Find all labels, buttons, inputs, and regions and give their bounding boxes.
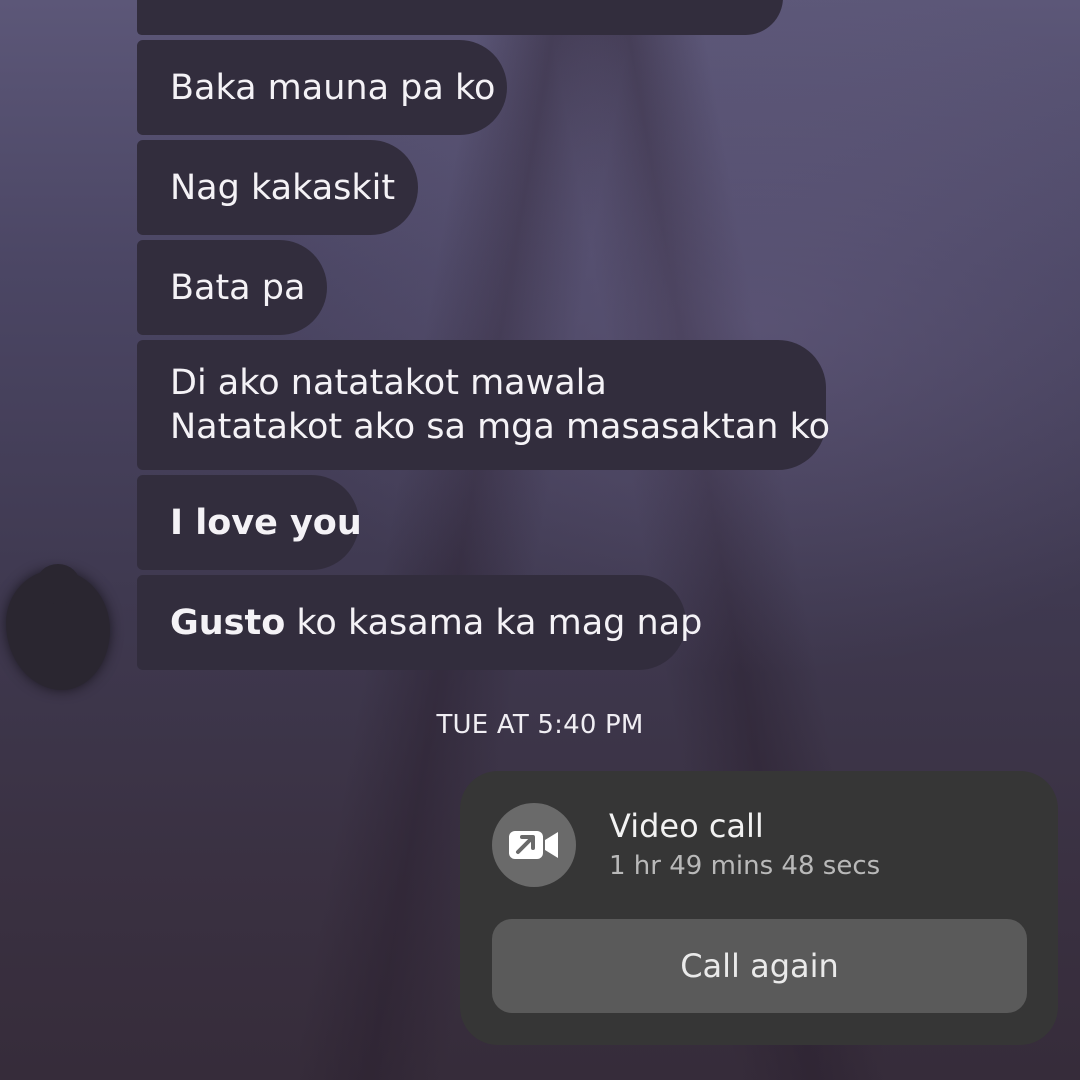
call-duration: 1 hr 49 mins 48 secs bbox=[609, 851, 881, 881]
message-text: Gusto ko kasama ka mag nap bbox=[170, 601, 702, 645]
video-call-card[interactable]: Video call 1 hr 49 mins 48 secs Call aga… bbox=[460, 771, 1058, 1045]
message-text-line: Natatakot ako sa mga masasaktan ko bbox=[170, 407, 831, 447]
message-bubble[interactable]: Di ako natatakot mawala Natatakot ako sa… bbox=[137, 340, 831, 470]
message-bubble[interactable]: I love you bbox=[137, 475, 362, 570]
message-bubble[interactable]: Bata pa bbox=[137, 240, 327, 335]
message-bubble[interactable]: Gusto ko kasama ka mag nap bbox=[137, 575, 702, 670]
message-text: I love you bbox=[170, 502, 362, 543]
call-again-button[interactable]: Call again bbox=[492, 919, 1027, 1013]
message-thread: Baka mauna pa ko Nag kakaskit Bata pa Di… bbox=[0, 0, 1080, 1080]
message-text-line: Di ako natatakot mawala bbox=[170, 363, 607, 403]
message-bubble[interactable]: Nag kakaskit bbox=[137, 140, 418, 235]
message-text: Nag kakaskit bbox=[170, 167, 396, 208]
message-text-rest: ko kasama ka mag nap bbox=[285, 602, 703, 643]
timestamp-divider: TUE AT 5:40 PM bbox=[436, 710, 644, 740]
message-text: Baka mauna pa ko bbox=[170, 67, 496, 108]
call-title: Video call bbox=[609, 807, 764, 845]
video-call-icon-circle bbox=[492, 803, 576, 887]
video-call-outgoing-icon bbox=[509, 831, 558, 859]
message-text: Bata pa bbox=[170, 267, 306, 308]
message-bubble-partial[interactable] bbox=[137, 0, 783, 35]
message-bubble[interactable]: Baka mauna pa ko bbox=[137, 40, 507, 135]
message-text-bold: Gusto bbox=[170, 602, 286, 643]
